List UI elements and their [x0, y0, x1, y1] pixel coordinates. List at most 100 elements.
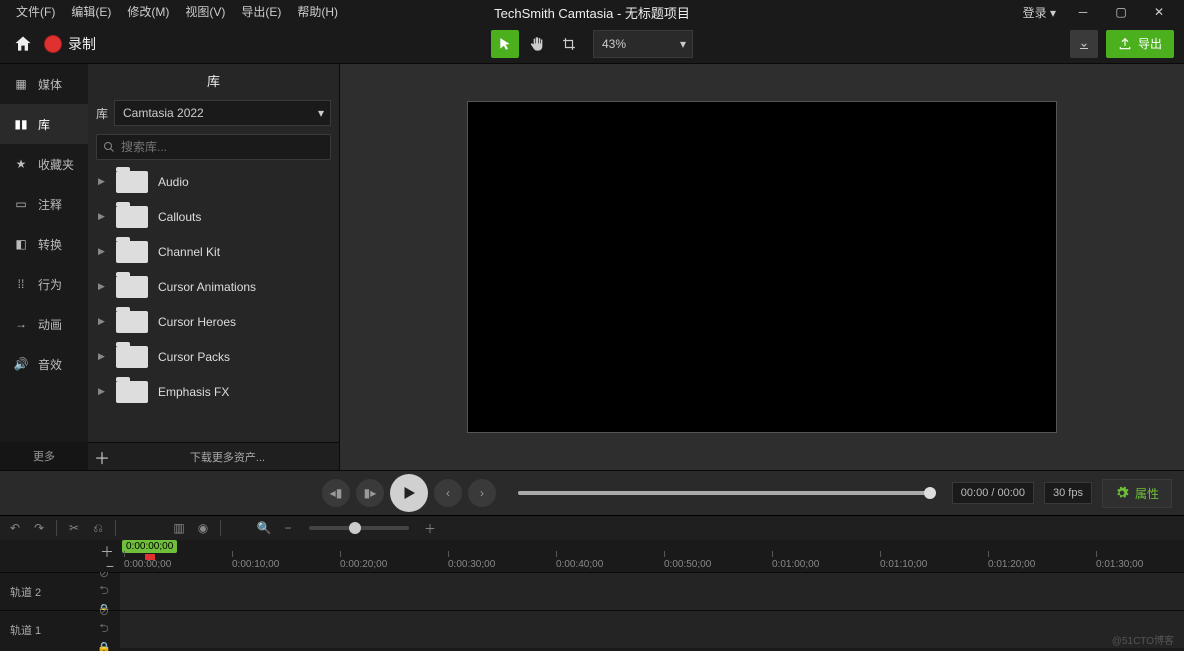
record-button[interactable]: 录制	[44, 34, 96, 54]
menu-file[interactable]: 文件(F)	[8, 0, 63, 24]
animation-icon: →	[12, 317, 30, 331]
search-icon	[103, 141, 115, 153]
chevron-right-icon: ▶	[98, 351, 106, 362]
sidebar-animations[interactable]: →动画	[0, 304, 88, 344]
folder-label: Emphasis FX	[158, 385, 229, 399]
sidebar-more[interactable]: 更多	[0, 442, 88, 470]
sidebar-favorites[interactable]: ★收藏夹	[0, 144, 88, 184]
chevron-right-icon: ▶	[98, 281, 106, 292]
download-button[interactable]	[1070, 30, 1098, 58]
play-button[interactable]	[390, 474, 428, 512]
main-toolbar: 录制 43% 导出	[0, 24, 1184, 64]
marker-button[interactable]: ◉	[194, 519, 212, 537]
library-folder[interactable]: ▶Channel Kit	[88, 234, 339, 269]
folder-icon	[116, 381, 148, 403]
cut-button[interactable]: ✂	[65, 519, 83, 537]
library-folder[interactable]: ▶Audio	[88, 164, 339, 199]
library-add-button[interactable]: ＋	[88, 445, 116, 469]
library-folder[interactable]: ▶Cursor Animations	[88, 269, 339, 304]
login-button[interactable]: 登录 ▾	[1017, 4, 1062, 21]
library-title: 库	[88, 64, 339, 96]
scrubber-handle[interactable]	[924, 487, 936, 499]
menu-view[interactable]: 视图(V)	[177, 0, 233, 24]
playback-scrubber[interactable]	[518, 491, 930, 495]
magnet-button[interactable]: ▥	[170, 519, 188, 537]
zoom-select[interactable]: 43%	[593, 30, 693, 58]
library-select[interactable]: Camtasia 2022	[114, 100, 331, 126]
sidebar-audio-fx[interactable]: 🔊音效	[0, 344, 88, 384]
track-lane[interactable]	[120, 573, 1184, 610]
zoom-in-button[interactable]: ＋	[421, 519, 439, 537]
properties-button[interactable]: 属性	[1102, 479, 1172, 508]
menu-modify[interactable]: 修改(M)	[119, 0, 177, 24]
close-button[interactable]: ✕	[1142, 0, 1176, 24]
media-icon: ▦	[12, 77, 30, 91]
timeline-zoom-slider[interactable]	[309, 526, 409, 530]
library-select-label: 库	[96, 105, 108, 122]
undo-button[interactable]: ↶	[6, 519, 24, 537]
ruler-tick: 0:00:10;00	[232, 559, 279, 570]
sidebar-library[interactable]: ▮▮库	[0, 104, 88, 144]
menu-help[interactable]: 帮助(H)	[289, 0, 346, 24]
timeline-ruler[interactable]: 0:00:00;00 0:00:00;000:00:10;000:00:20;0…	[120, 540, 1184, 572]
menu-edit[interactable]: 编辑(E)	[63, 0, 119, 24]
zoom-value: 43%	[602, 37, 626, 51]
home-button[interactable]	[10, 31, 36, 57]
track-label: 轨道 2	[0, 573, 88, 610]
watermark: @51CTO博客	[1112, 632, 1174, 647]
library-download-more[interactable]: 下载更多资产...	[116, 449, 339, 465]
ruler-tick: 0:00:50;00	[664, 559, 711, 570]
timeline-track[interactable]: 轨道 1⊘⮌🔒	[0, 610, 1184, 648]
library-folder[interactable]: ▶ Cursor Packs	[88, 339, 339, 374]
remove-track-button[interactable]: −	[106, 558, 114, 574]
zoom-slider-handle[interactable]	[349, 522, 361, 534]
library-folder[interactable]: ▶Cursor Heroes	[88, 304, 339, 339]
ruler-tick: 0:01:00;00	[772, 559, 819, 570]
folder-label: Cursor Packs	[158, 350, 230, 364]
timeline: ↶ ↷ ✂ ⎌ ▥ ◉ 🔍 − ＋ ＋ − 0:00:00;00 0:00:00…	[0, 516, 1184, 651]
record-icon	[44, 35, 62, 53]
zoom-fit-button[interactable]: 🔍	[255, 519, 273, 537]
next-clip-button[interactable]: ›	[468, 479, 496, 507]
maximize-button[interactable]: ▢	[1104, 0, 1138, 24]
hand-tool[interactable]	[523, 30, 551, 58]
library-search[interactable]	[96, 134, 331, 160]
transition-icon: ◧	[12, 237, 30, 251]
folder-label: Channel Kit	[158, 245, 220, 259]
folder-icon	[116, 276, 148, 298]
minimize-button[interactable]: ─	[1066, 0, 1100, 24]
playhead[interactable]: 0:00:00;00	[122, 540, 177, 560]
timeline-track[interactable]: 轨道 2⊘⮌🔒	[0, 572, 1184, 610]
sidebar-annotations[interactable]: ▭注释	[0, 184, 88, 224]
ruler-tick: 0:00:20;00	[340, 559, 387, 570]
redo-button[interactable]: ↷	[30, 519, 48, 537]
search-input[interactable]	[121, 140, 324, 154]
library-folder[interactable]: ▶Emphasis FX	[88, 374, 339, 409]
sidebar-transitions[interactable]: ◧转换	[0, 224, 88, 264]
menu-export[interactable]: 导出(E)	[233, 0, 289, 24]
play-icon	[400, 484, 418, 502]
cursor-tool[interactable]	[491, 30, 519, 58]
preview-canvas[interactable]	[467, 101, 1057, 433]
zoom-out-button[interactable]: −	[279, 519, 297, 537]
prev-clip-button[interactable]: ‹	[434, 479, 462, 507]
next-frame-button[interactable]: ▮▸	[356, 479, 384, 507]
ruler-tick: 0:01:30;00	[1096, 559, 1143, 570]
home-icon	[13, 34, 33, 54]
library-folder[interactable]: ▶Callouts	[88, 199, 339, 234]
split-button[interactable]: ⎌	[89, 519, 107, 537]
export-button[interactable]: 导出	[1106, 30, 1174, 58]
sidebar-behaviors[interactable]: ⁞⁞行为	[0, 264, 88, 304]
folder-label: Callouts	[158, 210, 201, 224]
menubar: 文件(F) 编辑(E) 修改(M) 视图(V) 导出(E) 帮助(H) Tech…	[0, 0, 1184, 24]
sidebar-media[interactable]: ▦媒体	[0, 64, 88, 104]
track-controls[interactable]: ⊘⮌🔒	[88, 611, 120, 648]
folder-label: Audio	[158, 175, 189, 189]
track-lane[interactable]	[120, 611, 1184, 648]
folder-label: Cursor Heroes	[158, 315, 236, 329]
export-label: 导出	[1138, 35, 1162, 52]
record-label: 录制	[68, 34, 96, 54]
prev-frame-button[interactable]: ◂▮	[322, 479, 350, 507]
playhead-time: 0:00:00;00	[122, 540, 177, 553]
crop-tool[interactable]	[555, 30, 583, 58]
